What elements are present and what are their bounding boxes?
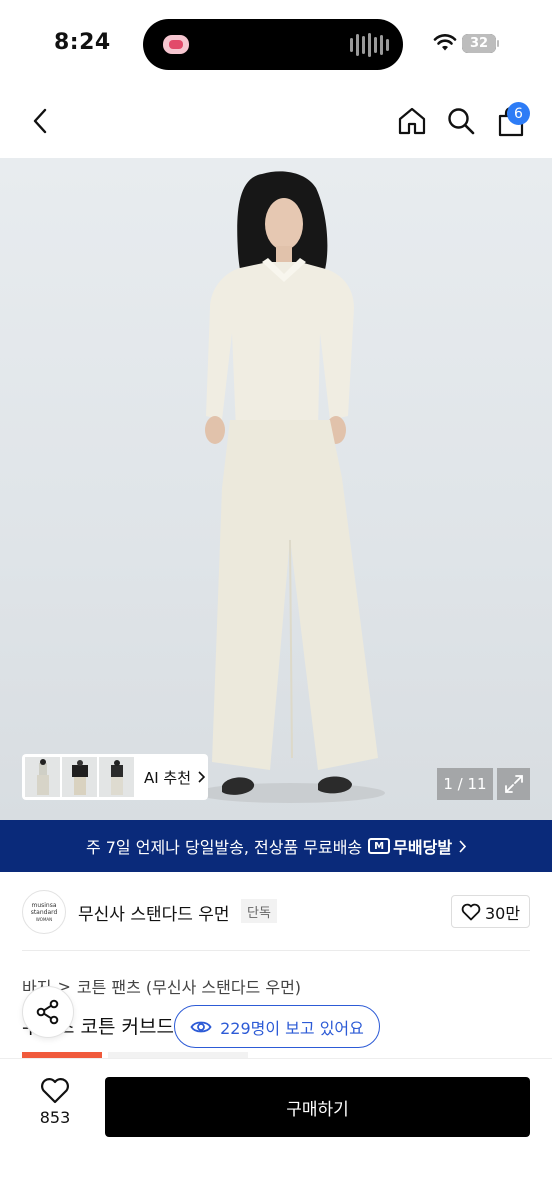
thumbnail[interactable]	[61, 757, 97, 797]
status-bar: 8:24 32	[0, 0, 552, 88]
brand-name-link[interactable]: 무신사 스탠다드 우먼	[78, 900, 230, 925]
search-icon	[448, 108, 475, 135]
cart-count-badge: 6	[507, 102, 530, 125]
dynamic-island	[143, 19, 403, 70]
eye-icon	[190, 1021, 212, 1032]
home-icon	[398, 107, 426, 135]
share-button[interactable]	[22, 986, 74, 1038]
battery-level: 32	[469, 36, 489, 51]
wishlist-button[interactable]: 853	[28, 1077, 82, 1127]
chevron-right-icon	[459, 839, 467, 853]
thumbnail[interactable]	[25, 757, 60, 797]
expand-icon	[504, 775, 523, 793]
wifi-icon	[433, 34, 457, 51]
wishlist-count: 853	[39, 1108, 71, 1127]
buy-button[interactable]: 구매하기	[105, 1077, 530, 1137]
delivery-truck-icon: M	[368, 838, 391, 854]
battery-tip	[497, 40, 499, 47]
brand-logo[interactable]: musinsa standard WOMAN	[22, 890, 66, 934]
brand-row: musinsa standard WOMAN 무신사 스탠다드 우먼 단독 30…	[0, 888, 552, 938]
live-activity-icon	[163, 35, 189, 54]
thumbnail[interactable]	[98, 757, 134, 797]
heart-icon	[461, 903, 481, 920]
image-counter: 1 / 11	[437, 768, 493, 800]
bottom-action-bar: 853 구매하기	[0, 1058, 552, 1200]
top-nav	[0, 88, 552, 158]
audio-wave-icon	[350, 33, 389, 57]
ai-recommendation-strip[interactable]: AI 추천	[22, 754, 208, 800]
share-icon	[36, 999, 59, 1025]
live-viewers-text: 229명이 보고 있어요	[220, 1018, 364, 1038]
battery-indicator: 32	[462, 34, 496, 53]
brand-like-count: 30만	[484, 903, 521, 923]
brand-like-button[interactable]: 30만	[451, 895, 530, 928]
chevron-left-icon	[33, 108, 47, 134]
ai-recommendation-label: AI 추천	[143, 768, 192, 787]
chevron-right-icon	[198, 771, 205, 783]
search-button[interactable]	[441, 101, 481, 141]
banner-text: 주 7일 언제나 당일발송, 전상품 무료배송	[85, 838, 363, 857]
delivery-logo: M 무배당발	[368, 834, 452, 858]
heart-icon	[41, 1078, 69, 1104]
breadcrumb-subcategory[interactable]: 코튼 팬츠 (무신사 스탠다드 우먼)	[77, 974, 301, 998]
delivery-logo-text: 무배당발	[393, 838, 453, 857]
divider	[22, 950, 530, 951]
free-shipping-banner[interactable]: 주 7일 언제나 당일발송, 전상품 무료배송 M 무배당발	[0, 820, 552, 872]
expand-image-button[interactable]	[497, 768, 530, 800]
back-button[interactable]	[22, 103, 58, 139]
product-photo	[195, 171, 385, 803]
ai-recommendation-link[interactable]: AI 추천	[144, 767, 205, 788]
live-viewers-pill: 229명이 보고 있어요	[174, 1005, 380, 1048]
product-image-gallery[interactable]: AI 추천 1 / 11	[0, 158, 552, 820]
home-button[interactable]	[392, 101, 432, 141]
exclusive-badge: 단독	[241, 899, 277, 923]
status-time: 8:24	[54, 30, 111, 55]
